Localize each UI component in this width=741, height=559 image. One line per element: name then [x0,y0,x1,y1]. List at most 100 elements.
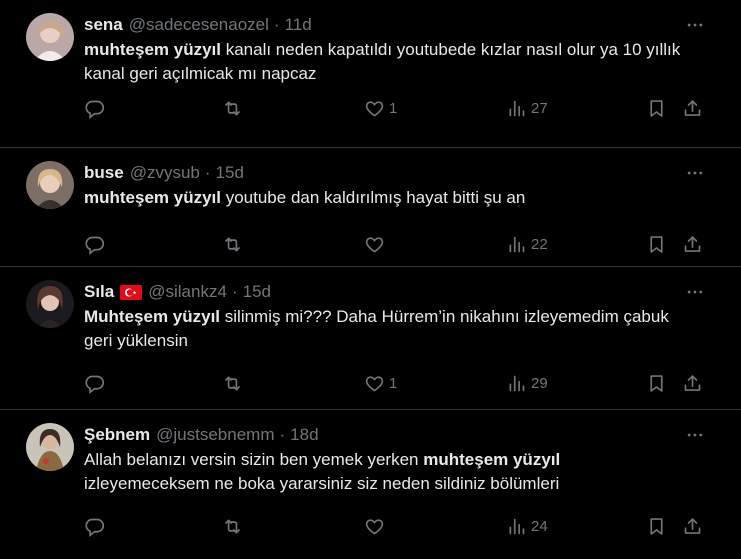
views-button[interactable]: 29 [506,371,548,395]
author-name[interactable]: Sıla [84,282,114,302]
reply-button[interactable] [84,232,109,256]
reply-button[interactable] [84,514,109,538]
tweet-text: Allah belanızı versin sizin ben yemek ye… [84,448,725,496]
bookmark-icon [646,373,667,394]
bookmark-button[interactable] [646,371,667,395]
tweet-header: buse @zvysub · 15d [84,162,725,184]
like-button[interactable]: 1 [364,371,397,395]
reply-icon [84,373,105,394]
action-bar: 22 [84,232,715,256]
like-count: 1 [389,374,398,392]
bookmark-button[interactable] [646,514,667,538]
tweet-text: muhteşem yüzyıl kanalı neden kapatıldı y… [84,38,725,86]
tweet-header: sena @sadecesenaozel · 11d [84,14,725,36]
reply-button[interactable] [84,96,109,120]
timestamp[interactable]: 15d [216,163,244,183]
like-icon [364,516,385,537]
author-handle[interactable]: @sadecesenaozel [129,15,269,35]
share-button[interactable] [682,96,703,120]
reply-icon [84,98,105,119]
avatar[interactable] [26,13,74,61]
tweet[interactable]: Şebnem @justsebnemm · 18d Allah belanızı… [0,410,741,559]
views-icon [506,516,527,537]
author-name[interactable]: Şebnem [84,425,150,445]
views-icon [506,373,527,394]
share-icon [682,516,703,537]
like-icon [364,373,385,394]
avatar[interactable] [26,423,74,471]
share-icon [682,234,703,255]
action-bar: 1 27 [84,96,715,120]
author-handle[interactable]: @silankz4 [148,282,227,302]
views-count: 22 [531,235,548,253]
timestamp[interactable]: 18d [290,425,318,445]
repost-button[interactable] [222,232,247,256]
author-handle[interactable]: @zvysub [130,163,200,183]
repost-button[interactable] [222,371,247,395]
text-highlight: muhteşem yüzyıl [423,450,561,469]
like-button[interactable]: 1 [364,96,397,120]
repost-icon [222,234,243,255]
repost-icon [222,98,243,119]
tweet-text: muhteşem yüzyıl youtube dan kaldırılmış … [84,186,725,210]
author-name[interactable]: sena [84,15,123,35]
views-count: 27 [531,99,548,117]
repost-button[interactable] [222,96,247,120]
tweet-header: Şebnem @justsebnemm · 18d [84,424,725,446]
bookmark-icon [646,234,667,255]
avatar[interactable] [26,161,74,209]
timestamp[interactable]: 15d [243,282,271,302]
text-span: izleyemeceksem ne boka yararsiniz siz ne… [84,474,560,493]
like-button[interactable] [364,232,389,256]
views-icon [506,98,527,119]
more-icon[interactable] [683,161,707,185]
reply-icon [84,234,105,255]
more-icon[interactable] [683,423,707,447]
separator: · [273,15,280,34]
author-handle[interactable]: @justsebnemm [156,425,274,445]
text-highlight: Muhteşem yüzyıl [84,307,221,326]
share-button[interactable] [682,514,703,538]
views-count: 24 [531,517,548,535]
text-highlight: muhteşem yüzyıl [84,188,221,207]
reply-button[interactable] [84,371,109,395]
bookmark-icon [646,516,667,537]
bookmark-icon [646,98,667,119]
tweet[interactable]: sena @sadecesenaozel · 11d muhteşem yüzy… [0,0,741,148]
avatar[interactable] [26,280,74,328]
tweet[interactable]: Sıla @silankz4 · 15d Muhteşem yüzyıl sil… [0,267,741,410]
separator: · [279,425,286,444]
views-count: 29 [531,374,548,392]
timeline-feed: sena @sadecesenaozel · 11d muhteşem yüzy… [0,0,741,559]
reply-icon [84,516,105,537]
share-icon [682,373,703,394]
separator: · [204,163,211,182]
like-count: 1 [389,99,398,117]
bookmark-button[interactable] [646,232,667,256]
text-span: Allah belanızı versin sizin ben yemek ye… [84,450,424,469]
action-bar: 24 [84,514,715,538]
like-icon [364,234,385,255]
views-button[interactable]: 22 [506,232,548,256]
repost-icon [222,516,243,537]
share-button[interactable] [682,371,703,395]
repost-button[interactable] [222,514,247,538]
author-name[interactable]: buse [84,163,124,183]
more-icon[interactable] [683,13,707,37]
turkey-flag-icon [120,284,143,300]
tweet-text: Muhteşem yüzyıl silinmiş mi??? Daha Hürr… [84,305,725,353]
timestamp[interactable]: 11d [285,15,312,35]
separator: · [231,282,238,301]
views-button[interactable]: 24 [506,514,548,538]
more-icon[interactable] [683,280,707,304]
like-button[interactable] [364,514,389,538]
bookmark-button[interactable] [646,96,667,120]
share-button[interactable] [682,232,703,256]
views-button[interactable]: 27 [506,96,548,120]
tweet-header: Sıla @silankz4 · 15d [84,281,725,303]
repost-icon [222,373,243,394]
like-icon [364,98,385,119]
tweet[interactable]: buse @zvysub · 15d muhteşem yüzyıl youtu… [0,148,741,267]
text-highlight: muhteşem yüzyıl [84,40,221,59]
views-icon [506,234,527,255]
